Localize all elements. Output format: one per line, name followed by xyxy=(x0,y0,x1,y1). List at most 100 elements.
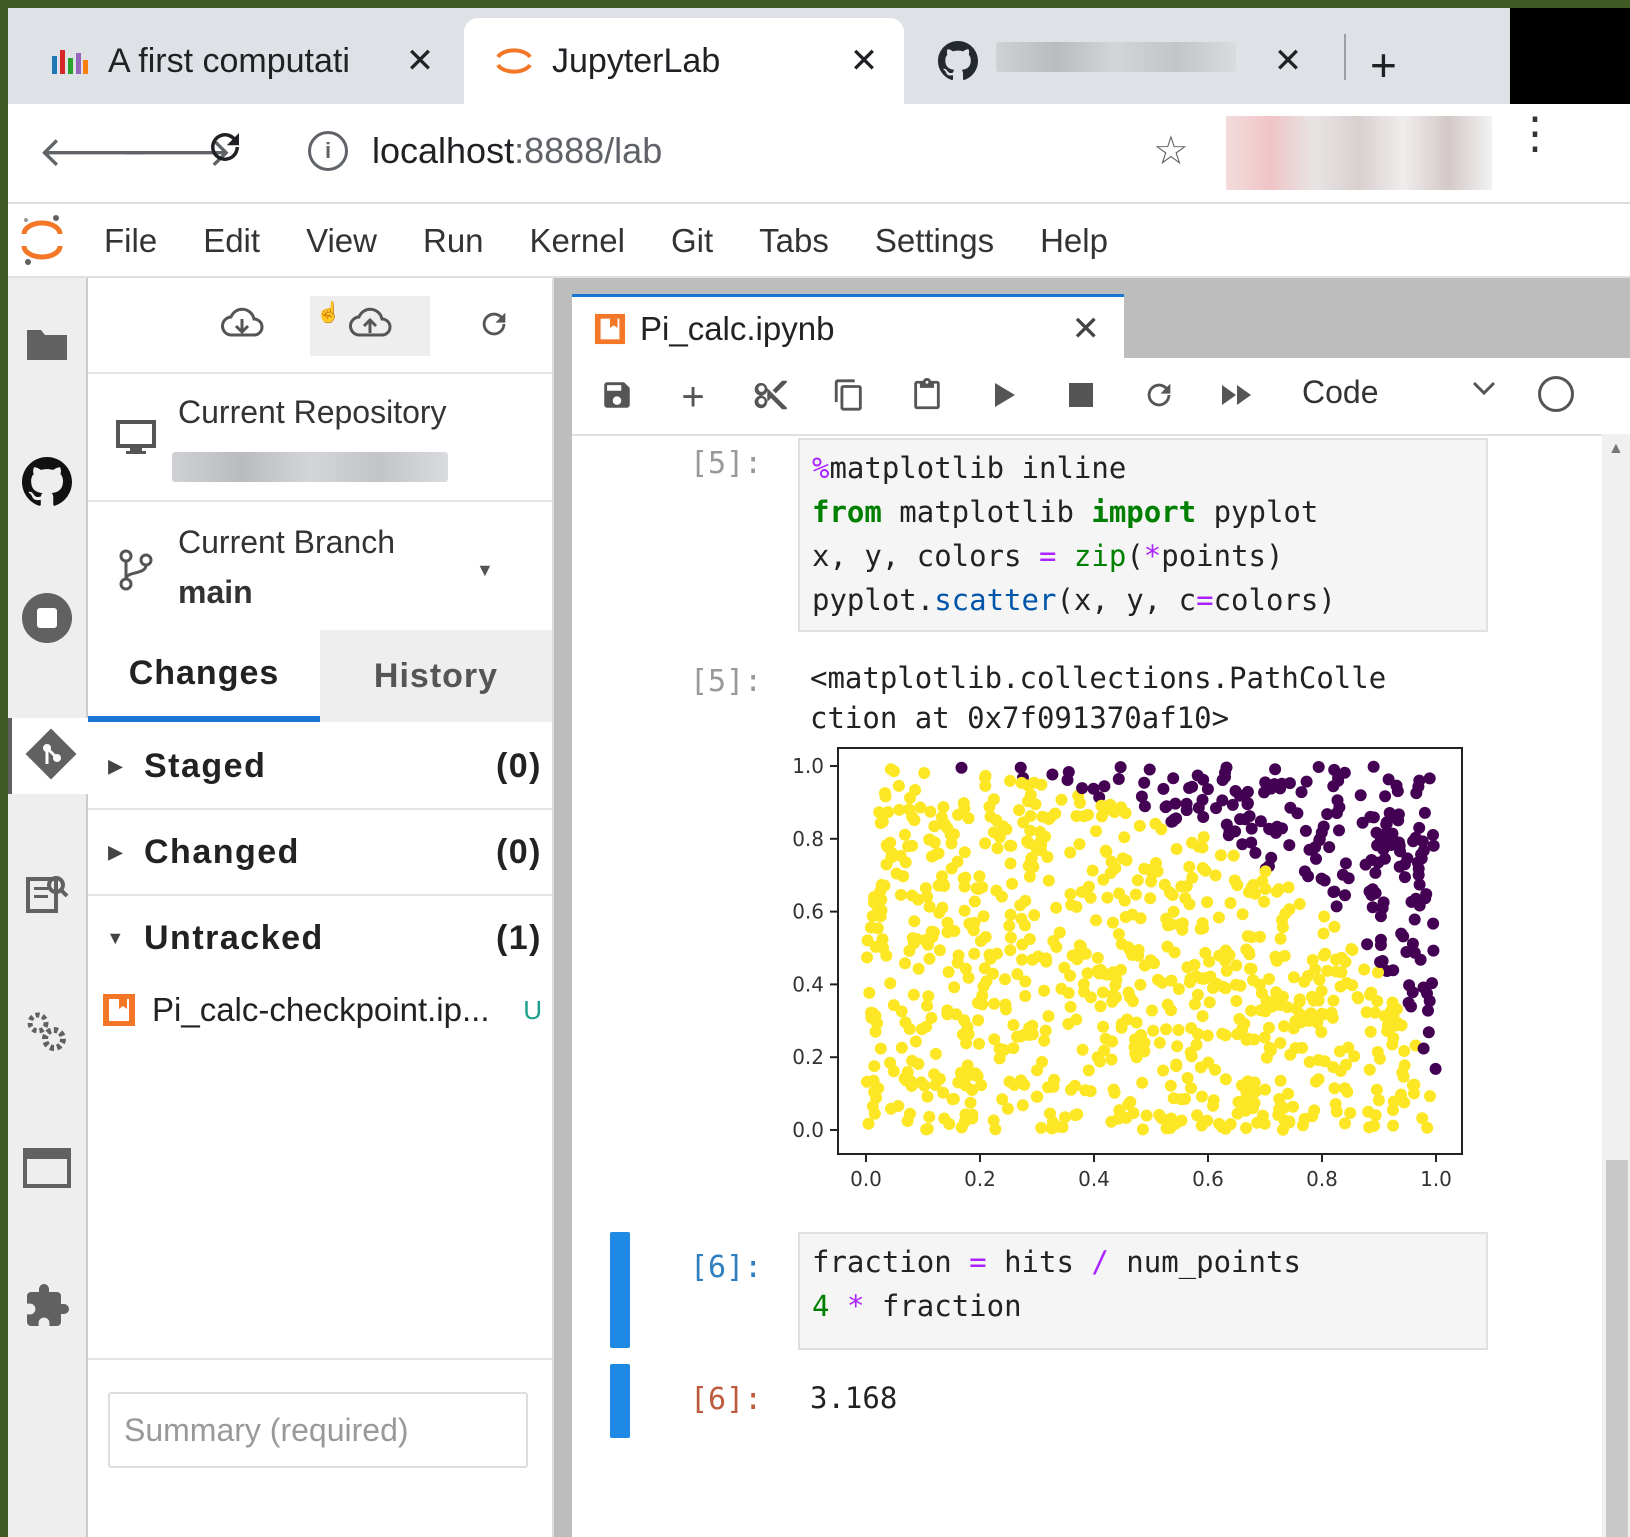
point-inside xyxy=(1065,1083,1077,1096)
current-branch-section[interactable]: Current Branch main ▼ xyxy=(88,500,552,632)
point-outside xyxy=(1354,789,1367,802)
point-outside xyxy=(1417,1042,1430,1055)
interrupt-button[interactable] xyxy=(1056,372,1106,422)
point-inside xyxy=(937,801,950,814)
settings-tab[interactable] xyxy=(8,996,86,1072)
point-inside xyxy=(1172,1024,1185,1036)
chevron-down-icon: ▼ xyxy=(106,927,126,948)
browser-tab-github[interactable]: ✕ xyxy=(908,18,1328,104)
file-browser-tab[interactable] xyxy=(8,308,86,384)
close-tab-icon[interactable]: ✕ xyxy=(400,41,440,81)
point-inside xyxy=(1108,1086,1121,1099)
pull-button[interactable] xyxy=(182,296,302,356)
copy-button[interactable] xyxy=(824,372,874,422)
restart-kernel-button[interactable] xyxy=(1134,372,1184,422)
menu-git[interactable]: Git xyxy=(671,222,713,260)
point-inside xyxy=(1006,877,1019,890)
point-outside xyxy=(1398,871,1411,884)
point-outside xyxy=(1216,774,1229,786)
menu-settings[interactable]: Settings xyxy=(875,222,994,260)
site-info-icon[interactable]: i xyxy=(308,131,348,171)
scrollbar-thumb[interactable] xyxy=(1606,1160,1628,1537)
browser-tab-title-redacted xyxy=(996,41,1268,81)
browser-tab-jupyterlab[interactable]: JupyterLab ✕ xyxy=(464,18,904,104)
document-tab-pi-calc[interactable]: Pi_calc.ipynb ✕ xyxy=(572,294,1124,361)
run-button[interactable] xyxy=(980,372,1030,422)
notebook-scrollbar[interactable]: ▲ xyxy=(1602,434,1630,1537)
puzzle-icon xyxy=(23,1282,71,1335)
save-button[interactable] xyxy=(592,372,642,422)
point-inside xyxy=(1016,1099,1029,1112)
refresh-button[interactable] xyxy=(434,296,554,356)
close-tab-icon[interactable]: ✕ xyxy=(1268,41,1308,81)
point-inside xyxy=(1038,984,1051,997)
point-inside xyxy=(1397,1070,1410,1083)
code-cell-editor[interactable]: %matplotlib inline from matplotlib impor… xyxy=(798,438,1488,632)
paste-button[interactable] xyxy=(902,372,952,422)
untracked-group-header[interactable]: ▼ Untracked (1) xyxy=(88,896,552,980)
point-outside xyxy=(1276,822,1288,835)
point-inside xyxy=(1319,947,1332,960)
menu-tabs[interactable]: Tabs xyxy=(759,222,829,260)
point-inside xyxy=(962,971,975,984)
point-inside xyxy=(923,1110,936,1123)
git-tab[interactable] xyxy=(8,718,90,794)
point-inside xyxy=(1026,1028,1039,1041)
insert-cell-button[interactable]: + xyxy=(668,372,718,422)
point-outside xyxy=(1168,813,1181,826)
current-repository-section[interactable]: Current Repository xyxy=(88,372,552,502)
point-inside xyxy=(863,986,876,999)
cell-type-dropdown[interactable]: Code xyxy=(1302,374,1379,411)
point-inside xyxy=(956,1028,969,1041)
point-inside xyxy=(1335,951,1348,964)
code-cell-editor[interactable]: fraction = hits / num_points 4 * fractio… xyxy=(798,1232,1488,1350)
scroll-up-icon[interactable]: ▲ xyxy=(1608,440,1624,458)
reload-icon[interactable] xyxy=(204,126,246,178)
running-kernels-tab[interactable] xyxy=(8,582,86,658)
point-inside xyxy=(869,940,882,953)
point-inside xyxy=(1004,857,1017,870)
point-inside xyxy=(906,889,919,902)
menu-edit[interactable]: Edit xyxy=(203,222,260,260)
file-name: Pi_calc-checkpoint.ip... xyxy=(152,991,490,1028)
point-outside xyxy=(1410,787,1423,800)
menu-run[interactable]: Run xyxy=(423,222,484,260)
tab-changes[interactable]: Changes xyxy=(88,630,320,722)
close-icon[interactable]: ✕ xyxy=(1072,309,1101,349)
staged-group-header[interactable]: ▶ Staged (0) xyxy=(88,724,552,810)
cut-button[interactable] xyxy=(746,372,796,422)
point-inside xyxy=(895,1041,908,1054)
changed-group-header[interactable]: ▶ Changed (0) xyxy=(88,810,552,896)
url-field[interactable]: i localhost:8888/lab xyxy=(308,130,662,172)
restart-run-all-button[interactable] xyxy=(1212,372,1262,422)
tab-history[interactable]: History xyxy=(320,630,552,722)
point-inside xyxy=(1007,1042,1020,1055)
new-tab-icon[interactable]: + xyxy=(1370,38,1397,92)
point-outside xyxy=(1249,846,1262,859)
point-inside xyxy=(1303,1056,1316,1068)
point-inside xyxy=(1296,1041,1309,1054)
github-tab[interactable] xyxy=(8,446,86,522)
point-inside xyxy=(1207,1099,1219,1112)
chevron-down-icon[interactable] xyxy=(1472,378,1496,403)
menu-file[interactable]: File xyxy=(104,222,157,260)
commit-summary-input[interactable]: Summary (required) xyxy=(108,1392,528,1468)
property-inspector-tab[interactable] xyxy=(8,858,86,934)
menu-view[interactable]: View xyxy=(306,222,377,260)
extensions-tab[interactable] xyxy=(8,1270,86,1346)
chevron-down-icon[interactable]: ▼ xyxy=(476,560,494,581)
close-tab-icon[interactable]: ✕ xyxy=(844,41,884,81)
point-inside xyxy=(937,1086,950,1099)
browser-menu-icon[interactable]: ⋮ xyxy=(1513,112,1557,156)
menu-kernel[interactable]: Kernel xyxy=(530,222,625,260)
point-outside xyxy=(1398,858,1411,871)
tabs-tab[interactable] xyxy=(8,1132,86,1208)
point-inside xyxy=(1330,965,1343,978)
point-inside xyxy=(868,1060,881,1073)
browser-tab-first-computation[interactable]: A first computati ✕ xyxy=(20,18,460,104)
untracked-file-item[interactable]: Pi_calc-checkpoint.ip... U xyxy=(88,978,552,1042)
bookmark-star-icon[interactable]: ☆ xyxy=(1153,128,1189,174)
point-inside xyxy=(1338,1082,1351,1095)
point-inside xyxy=(1293,898,1306,910)
menu-help[interactable]: Help xyxy=(1040,222,1108,260)
